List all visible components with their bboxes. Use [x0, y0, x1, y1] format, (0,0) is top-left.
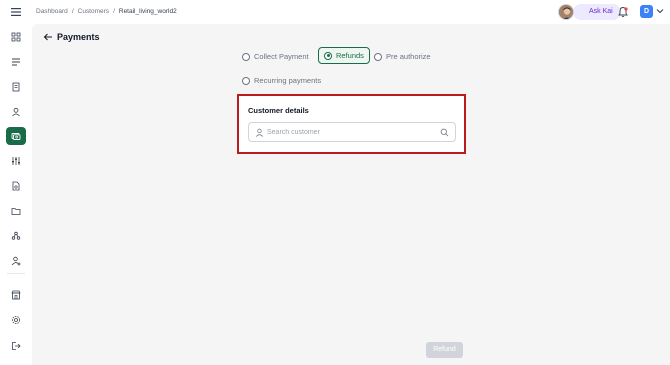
- ask-kai-button[interactable]: Ask Kai: [573, 4, 621, 20]
- payment-type-label: Recurring payments: [254, 76, 322, 85]
- chevron-down-icon[interactable]: [656, 8, 664, 14]
- payment-type-pre-authorize[interactable]: Pre authorize: [369, 48, 436, 65]
- search-icon[interactable]: [440, 128, 449, 137]
- payments-icon[interactable]: [6, 127, 26, 145]
- customer-details-card: Customer details: [237, 94, 466, 154]
- radio-icon: [374, 52, 382, 61]
- refund-button[interactable]: Refund: [426, 342, 463, 358]
- store-icon[interactable]: [6, 286, 26, 304]
- page-title: Payments: [57, 32, 100, 42]
- kai-avatar[interactable]: [558, 4, 574, 20]
- back-arrow-icon[interactable]: [43, 32, 53, 42]
- settings-icon[interactable]: [6, 311, 26, 329]
- breadcrumb-current: Retail_living_world2: [118, 8, 177, 15]
- folder-icon[interactable]: [6, 202, 26, 220]
- logout-icon[interactable]: [6, 337, 26, 355]
- customer-search-box[interactable]: [248, 122, 456, 142]
- menu-icon[interactable]: [10, 7, 22, 17]
- radio-icon: [242, 76, 250, 85]
- person-icon: [256, 128, 263, 137]
- customer-details-title: Customer details: [248, 106, 309, 115]
- sidebar: [0, 24, 32, 365]
- payment-type-label: Refunds: [336, 51, 364, 60]
- payment-type-recurring-payments[interactable]: Recurring payments: [237, 72, 326, 89]
- top-bar: Dashboard / Customers / Retail_living_wo…: [0, 0, 670, 24]
- file-search-icon[interactable]: [6, 177, 26, 195]
- payment-type-label: Pre authorize: [386, 52, 431, 61]
- main-content: Payments Collect Payment Refunds Pre aut…: [32, 24, 670, 365]
- customer-search-input[interactable]: [267, 125, 437, 140]
- ask-kai-label: Ask Kai: [589, 8, 613, 15]
- user-icon[interactable]: [6, 103, 26, 121]
- payment-type-collect-payment[interactable]: Collect Payment: [237, 48, 314, 65]
- user-avatar[interactable]: D: [640, 5, 653, 18]
- breadcrumb-separator: /: [113, 8, 115, 15]
- list-icon[interactable]: [6, 53, 26, 71]
- radio-selected-icon: [324, 51, 332, 60]
- document-icon[interactable]: [6, 78, 26, 96]
- dashboard-icon[interactable]: [6, 28, 26, 46]
- breadcrumb: Dashboard / Customers / Retail_living_wo…: [36, 8, 177, 15]
- radio-icon: [242, 52, 250, 61]
- sliders-icon[interactable]: [6, 152, 26, 170]
- kai-avatar-icon: [559, 5, 573, 19]
- payment-type-refunds[interactable]: Refunds: [318, 47, 370, 64]
- breadcrumb-dashboard[interactable]: Dashboard: [36, 8, 68, 15]
- network-icon[interactable]: [6, 227, 26, 245]
- payment-type-label: Collect Payment: [254, 52, 309, 61]
- notification-bell-icon[interactable]: [617, 6, 629, 18]
- breadcrumb-separator: /: [71, 8, 74, 15]
- user-settings-icon[interactable]: [6, 252, 26, 270]
- breadcrumb-customers[interactable]: Customers: [78, 8, 109, 15]
- sidebar-divider: [7, 273, 25, 274]
